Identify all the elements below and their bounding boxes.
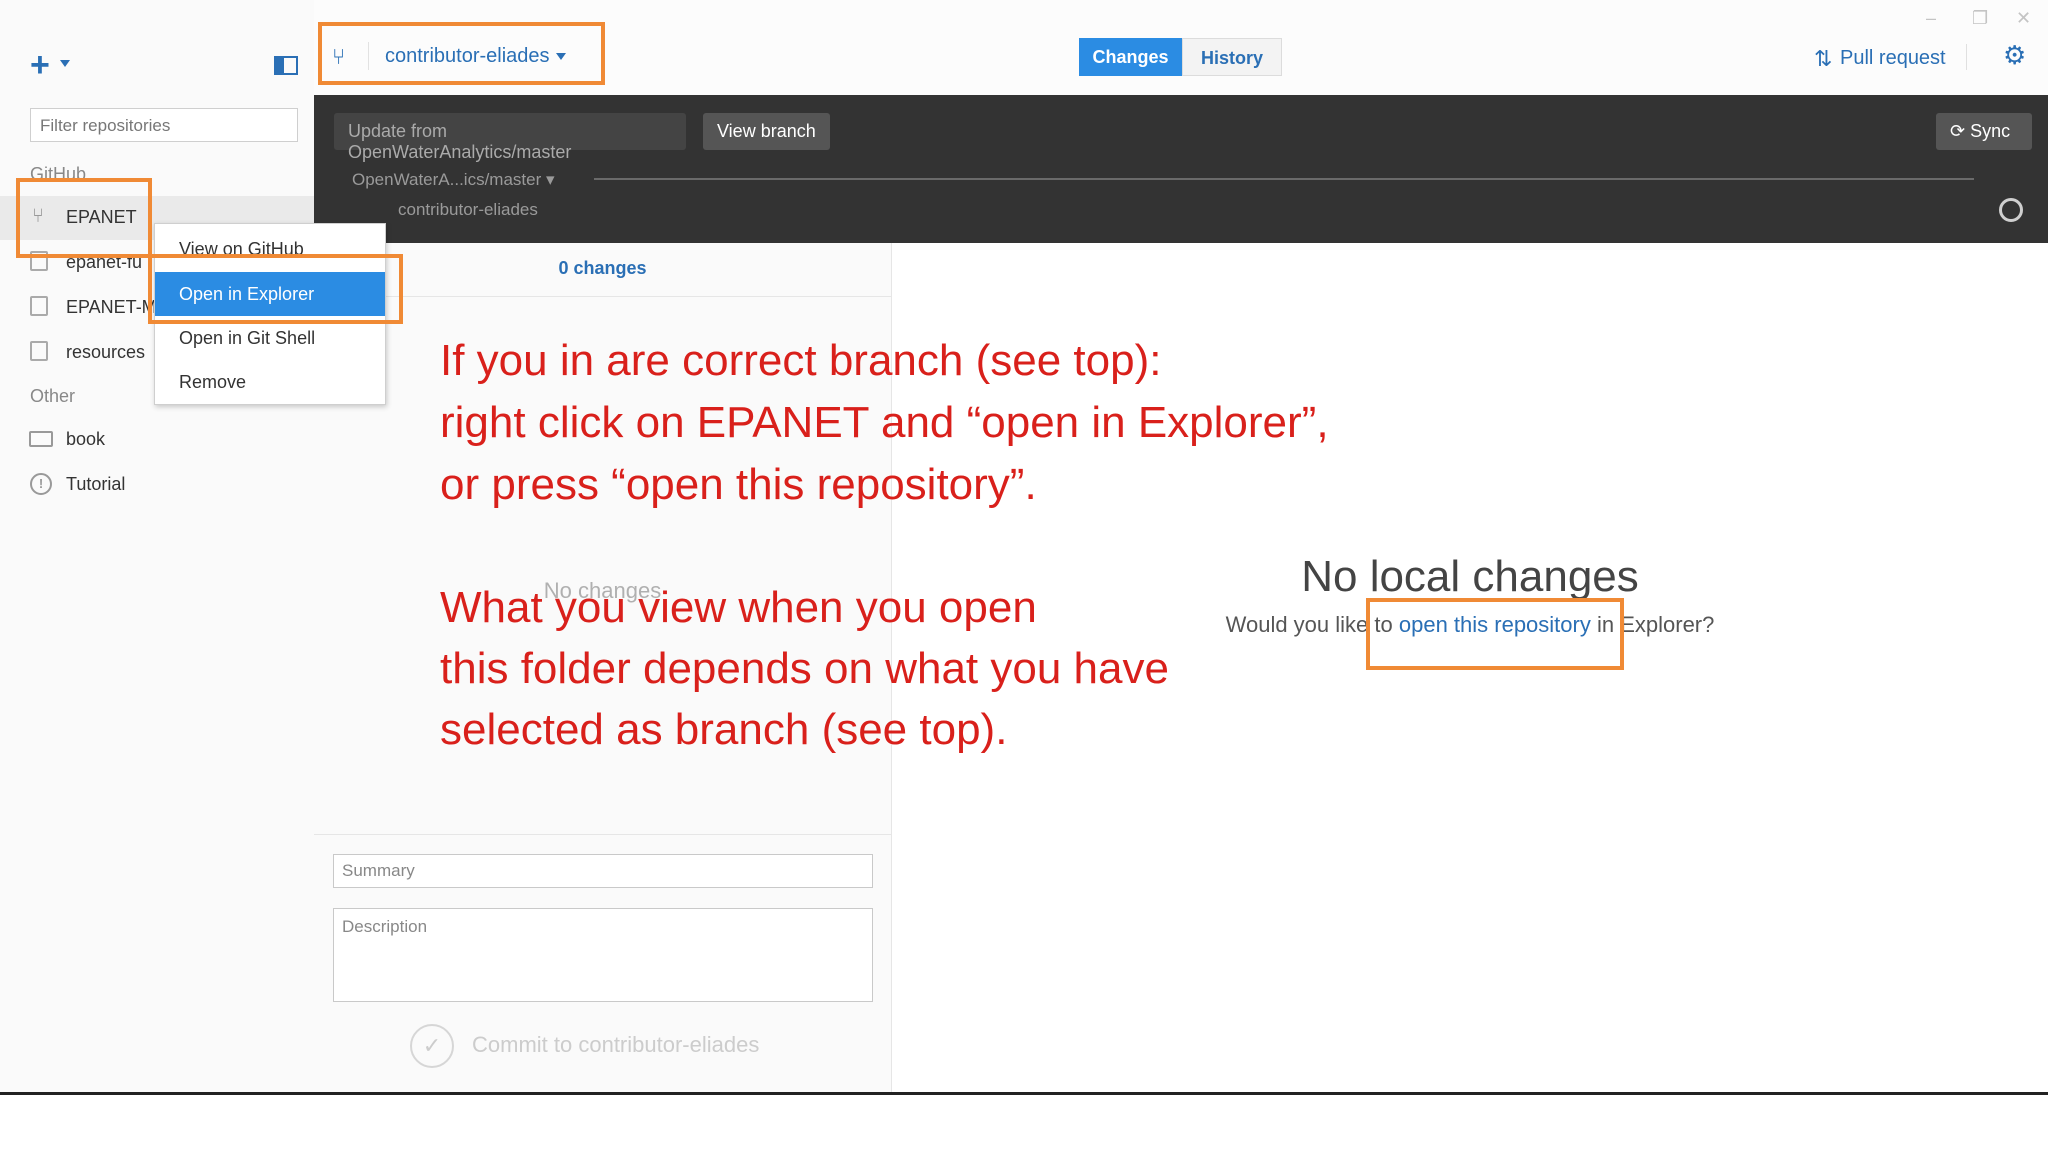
annotation-line: selected as branch (see top).: [440, 705, 1008, 754]
sidebar-item-label: book: [66, 429, 106, 449]
sidebar-item-book[interactable]: book: [0, 418, 314, 462]
summary-input[interactable]: Summary: [333, 854, 873, 888]
no-local-changes-heading: No local changes: [1301, 552, 1639, 601]
sidebar: + Filter repositories GitHub ⑂ EPANET ep…: [0, 0, 315, 1092]
plus-icon[interactable]: +: [30, 48, 50, 82]
chevron-down-icon[interactable]: [60, 60, 70, 67]
monitor-icon: [29, 431, 53, 447]
sync-icon: ⟳: [1950, 121, 1971, 141]
annotation-line: right click on EPANET and “open in Explo…: [440, 398, 1329, 447]
sidebar-item-tutorial[interactable]: ! Tutorial: [0, 463, 314, 507]
group-label-other: Other: [30, 386, 76, 406]
highlight-box-epanet: [16, 178, 152, 258]
branch-graph-node: [1999, 198, 2023, 222]
app-window: + Filter repositories GitHub ⑂ EPANET ep…: [0, 0, 2048, 1092]
annotation-line: this folder depends on what you have: [440, 644, 1169, 693]
base-branch-selector[interactable]: OpenWaterA...ics/master ▾: [352, 170, 555, 190]
commit-button[interactable]: Commit to contributor-eliades: [472, 1032, 759, 1058]
view-branch-button[interactable]: View branch: [703, 113, 830, 150]
highlight-box-open-in-explorer: [148, 254, 403, 324]
minimize-icon[interactable]: –: [1926, 8, 1936, 29]
highlight-box-branch: [318, 22, 605, 85]
description-input[interactable]: Description: [333, 908, 873, 1002]
menu-item-remove[interactable]: Remove: [155, 360, 385, 404]
repo-icon: [30, 296, 48, 316]
annotation-line: If you in are correct branch (see top):: [440, 336, 1162, 385]
panel-toggle-icon[interactable]: [274, 56, 298, 75]
divider: [1966, 44, 1967, 70]
update-from-upstream-button[interactable]: Update from OpenWaterAnalytics/master: [334, 113, 686, 162]
highlight-box-open-repository: [1366, 598, 1624, 670]
pull-request-button[interactable]: Pull request: [1840, 47, 1946, 70]
sidebar-item-label: resources: [66, 342, 146, 362]
info-icon: !: [30, 473, 52, 495]
close-icon[interactable]: ✕: [2016, 8, 2031, 29]
sidebar-item-label: Tutorial: [66, 474, 126, 494]
check-icon[interactable]: ✓: [410, 1024, 454, 1068]
sync-label: Sync: [1970, 121, 2011, 141]
pull-request-icon[interactable]: ⇅: [1814, 46, 1832, 72]
annotation-line: What you view when you open: [440, 583, 1037, 632]
branch-graph-line: [594, 178, 1974, 180]
divider: [314, 834, 891, 835]
tab-changes[interactable]: Changes: [1079, 38, 1182, 76]
annotation-line: or press “open this repository”.: [440, 460, 1037, 509]
tab-history[interactable]: History: [1182, 38, 1282, 76]
filter-repositories-input[interactable]: Filter repositories: [30, 108, 298, 142]
below-area: [0, 1095, 2048, 1152]
restore-icon[interactable]: ❐: [1972, 8, 1988, 29]
sidebar-item-label: EPANET-M: [66, 297, 157, 317]
compare-branch-label: contributor-eliades: [398, 200, 538, 219]
repo-icon: [30, 341, 48, 361]
sync-button[interactable]: ⟳ Sync: [1936, 113, 2032, 150]
gear-icon[interactable]: ⚙: [2003, 40, 2026, 71]
